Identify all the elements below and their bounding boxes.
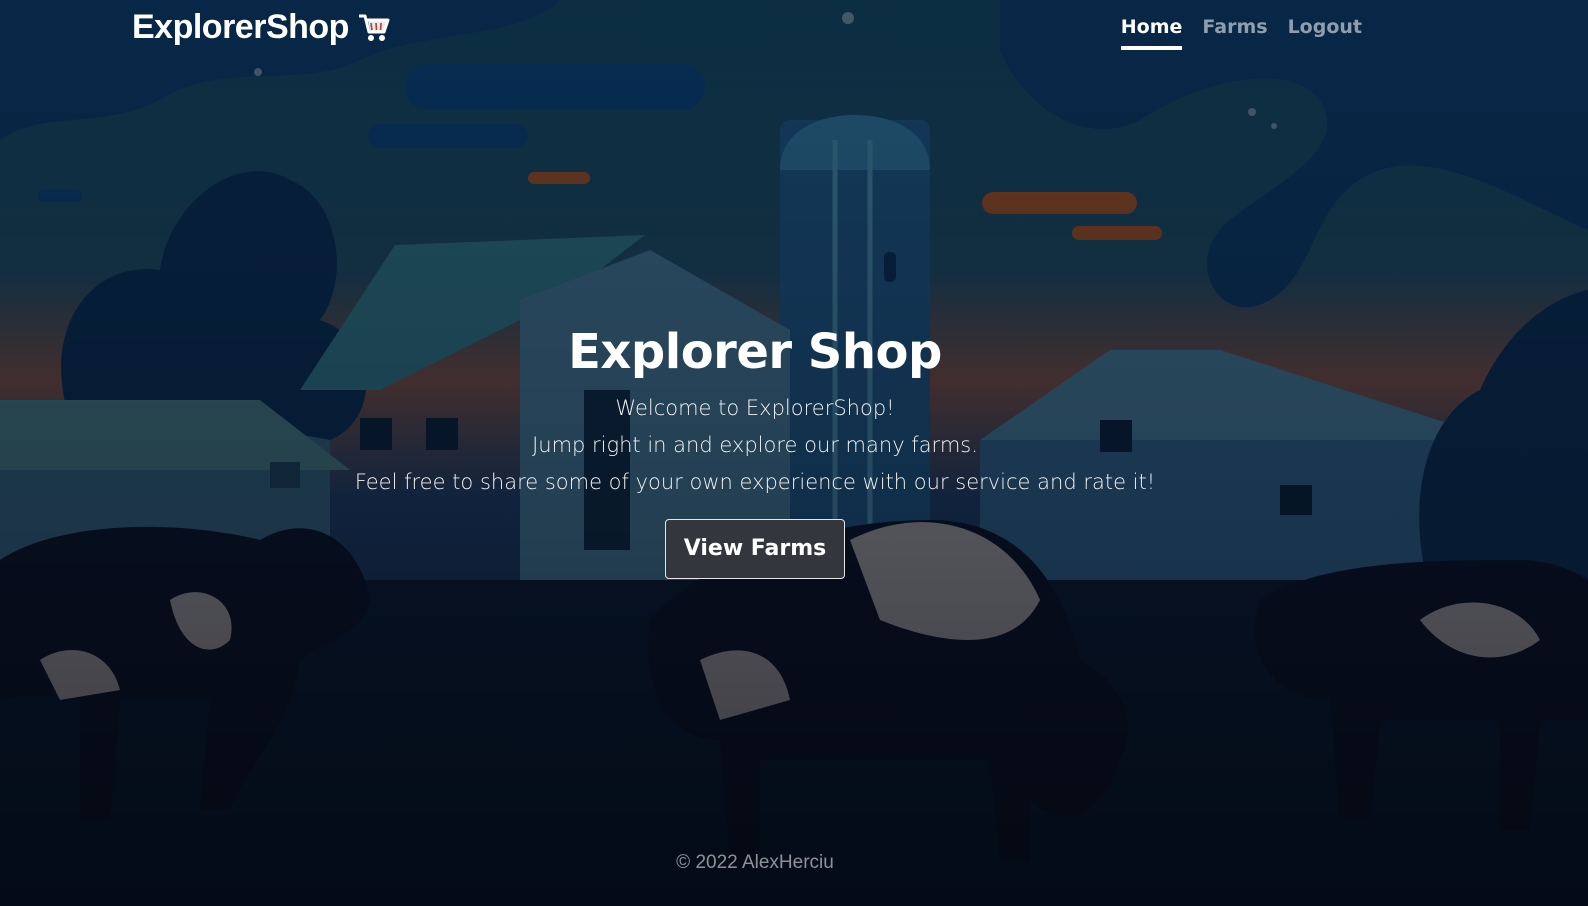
view-farms-button[interactable]: View Farms bbox=[664, 519, 846, 579]
shopping-cart-icon bbox=[357, 11, 391, 45]
hero-description: Welcome to ExplorerShop! Jump right in a… bbox=[0, 390, 1510, 501]
nav-logout-link[interactable]: Logout bbox=[1288, 16, 1362, 50]
navbar: ExplorerShop Home Farms Logout bbox=[0, 0, 1588, 60]
nav-links: Home Farms Logout bbox=[1120, 16, 1362, 50]
footer-copyright: © 2022 AlexHerciu bbox=[676, 852, 834, 873]
nav-farms-link[interactable]: Farms bbox=[1202, 16, 1267, 50]
hero-title: Explorer Shop bbox=[568, 324, 942, 380]
hero-line-explore: Jump right in and explore our many farms… bbox=[532, 433, 978, 457]
hero-section: Explorer Shop Welcome to ExplorerShop! J… bbox=[0, 322, 1510, 579]
hero-line-welcome: Welcome to ExplorerShop! bbox=[615, 396, 895, 420]
brand-name: ExplorerShop bbox=[132, 8, 349, 46]
hero-line-share: Feel free to share some of your own expe… bbox=[354, 470, 1156, 494]
nav-home-link[interactable]: Home bbox=[1120, 16, 1183, 50]
brand-logo[interactable]: ExplorerShop bbox=[132, 8, 391, 47]
